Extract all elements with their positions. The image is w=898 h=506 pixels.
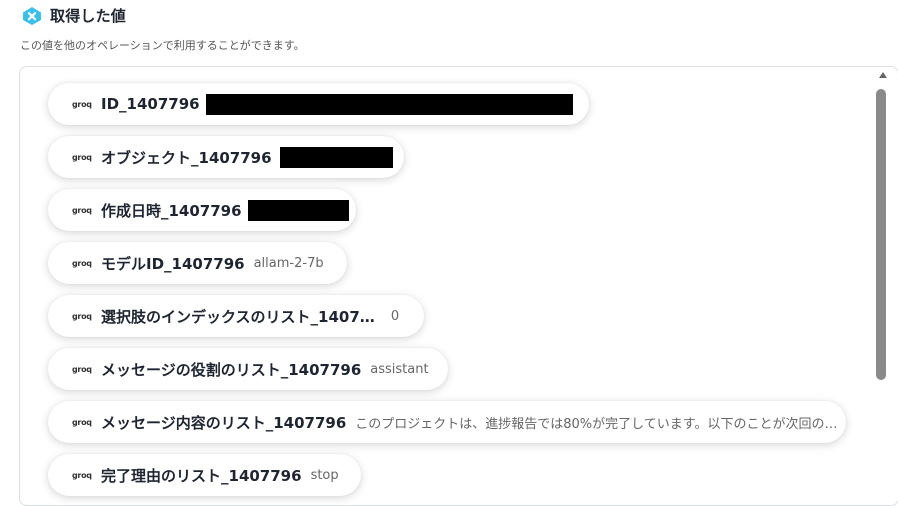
section-description: この値を他のオペレーションで利用することができます。 xyxy=(20,39,305,52)
value-item-choice-index-list[interactable]: groq 選択肢のインデックスのリスト_1407… 0 xyxy=(48,295,424,337)
values-panel[interactable]: groq ID_1407796 groq オブジェクト_1407796 groq… xyxy=(19,66,898,506)
value-item-object[interactable]: groq オブジェクト_1407796 xyxy=(48,136,404,178)
value-label: 選択肢のインデックスのリスト_1407… xyxy=(101,307,375,326)
redacted-value xyxy=(279,146,393,168)
value-label: ID_1407796 xyxy=(101,95,200,113)
scroll-up-arrow-icon[interactable] xyxy=(879,72,887,78)
value-label: メッセージの役割のリスト_1407796 xyxy=(101,360,362,379)
groq-logo-icon: groq xyxy=(72,364,92,374)
redacted-value xyxy=(205,93,573,115)
value-text: assistant xyxy=(370,361,429,377)
value-text: 0 xyxy=(390,308,400,324)
value-text: このプロジェクトは、進捗報告では80%が完了しています。以下のことが次回の… xyxy=(355,416,838,432)
header: 取得した値 xyxy=(21,5,126,26)
value-item-message-content-list[interactable]: groq メッセージ内容のリスト_1407796 このプロジェクトは、進捗報告で… xyxy=(48,401,846,443)
section-title: 取得した値 xyxy=(50,7,127,25)
x-close-hex-icon xyxy=(23,6,41,25)
value-text: allam-2-7b xyxy=(253,255,324,271)
value-label: モデルID_1407796 xyxy=(101,254,245,273)
groq-logo-icon: groq xyxy=(72,311,92,321)
value-label: 完了理由のリスト_1407796 xyxy=(101,466,302,485)
groq-logo-icon: groq xyxy=(72,205,92,215)
groq-logo-icon: groq xyxy=(72,152,92,162)
value-item-id[interactable]: groq ID_1407796 xyxy=(48,83,589,125)
value-item-message-role-list[interactable]: groq メッセージの役割のリスト_1407796 assistant xyxy=(48,348,448,390)
value-item-finish-reason-list[interactable]: groq 完了理由のリスト_1407796 stop xyxy=(48,454,361,496)
value-item-created-at[interactable]: groq 作成日時_1407796 xyxy=(48,189,356,231)
groq-logo-icon: groq xyxy=(72,99,92,109)
groq-logo-icon: groq xyxy=(72,258,92,268)
value-label: メッセージ内容のリスト_1407796 xyxy=(101,413,347,432)
groq-logo-icon: groq xyxy=(72,470,92,480)
value-text: stop xyxy=(310,467,339,483)
redacted-value xyxy=(247,199,349,221)
value-label: 作成日時_1407796 xyxy=(101,201,242,220)
groq-logo-icon: groq xyxy=(72,417,92,427)
scrollbar-thumb[interactable] xyxy=(876,89,886,380)
value-label: オブジェクト_1407796 xyxy=(101,148,272,167)
value-item-model-id[interactable]: groq モデルID_1407796 allam-2-7b xyxy=(48,242,347,284)
